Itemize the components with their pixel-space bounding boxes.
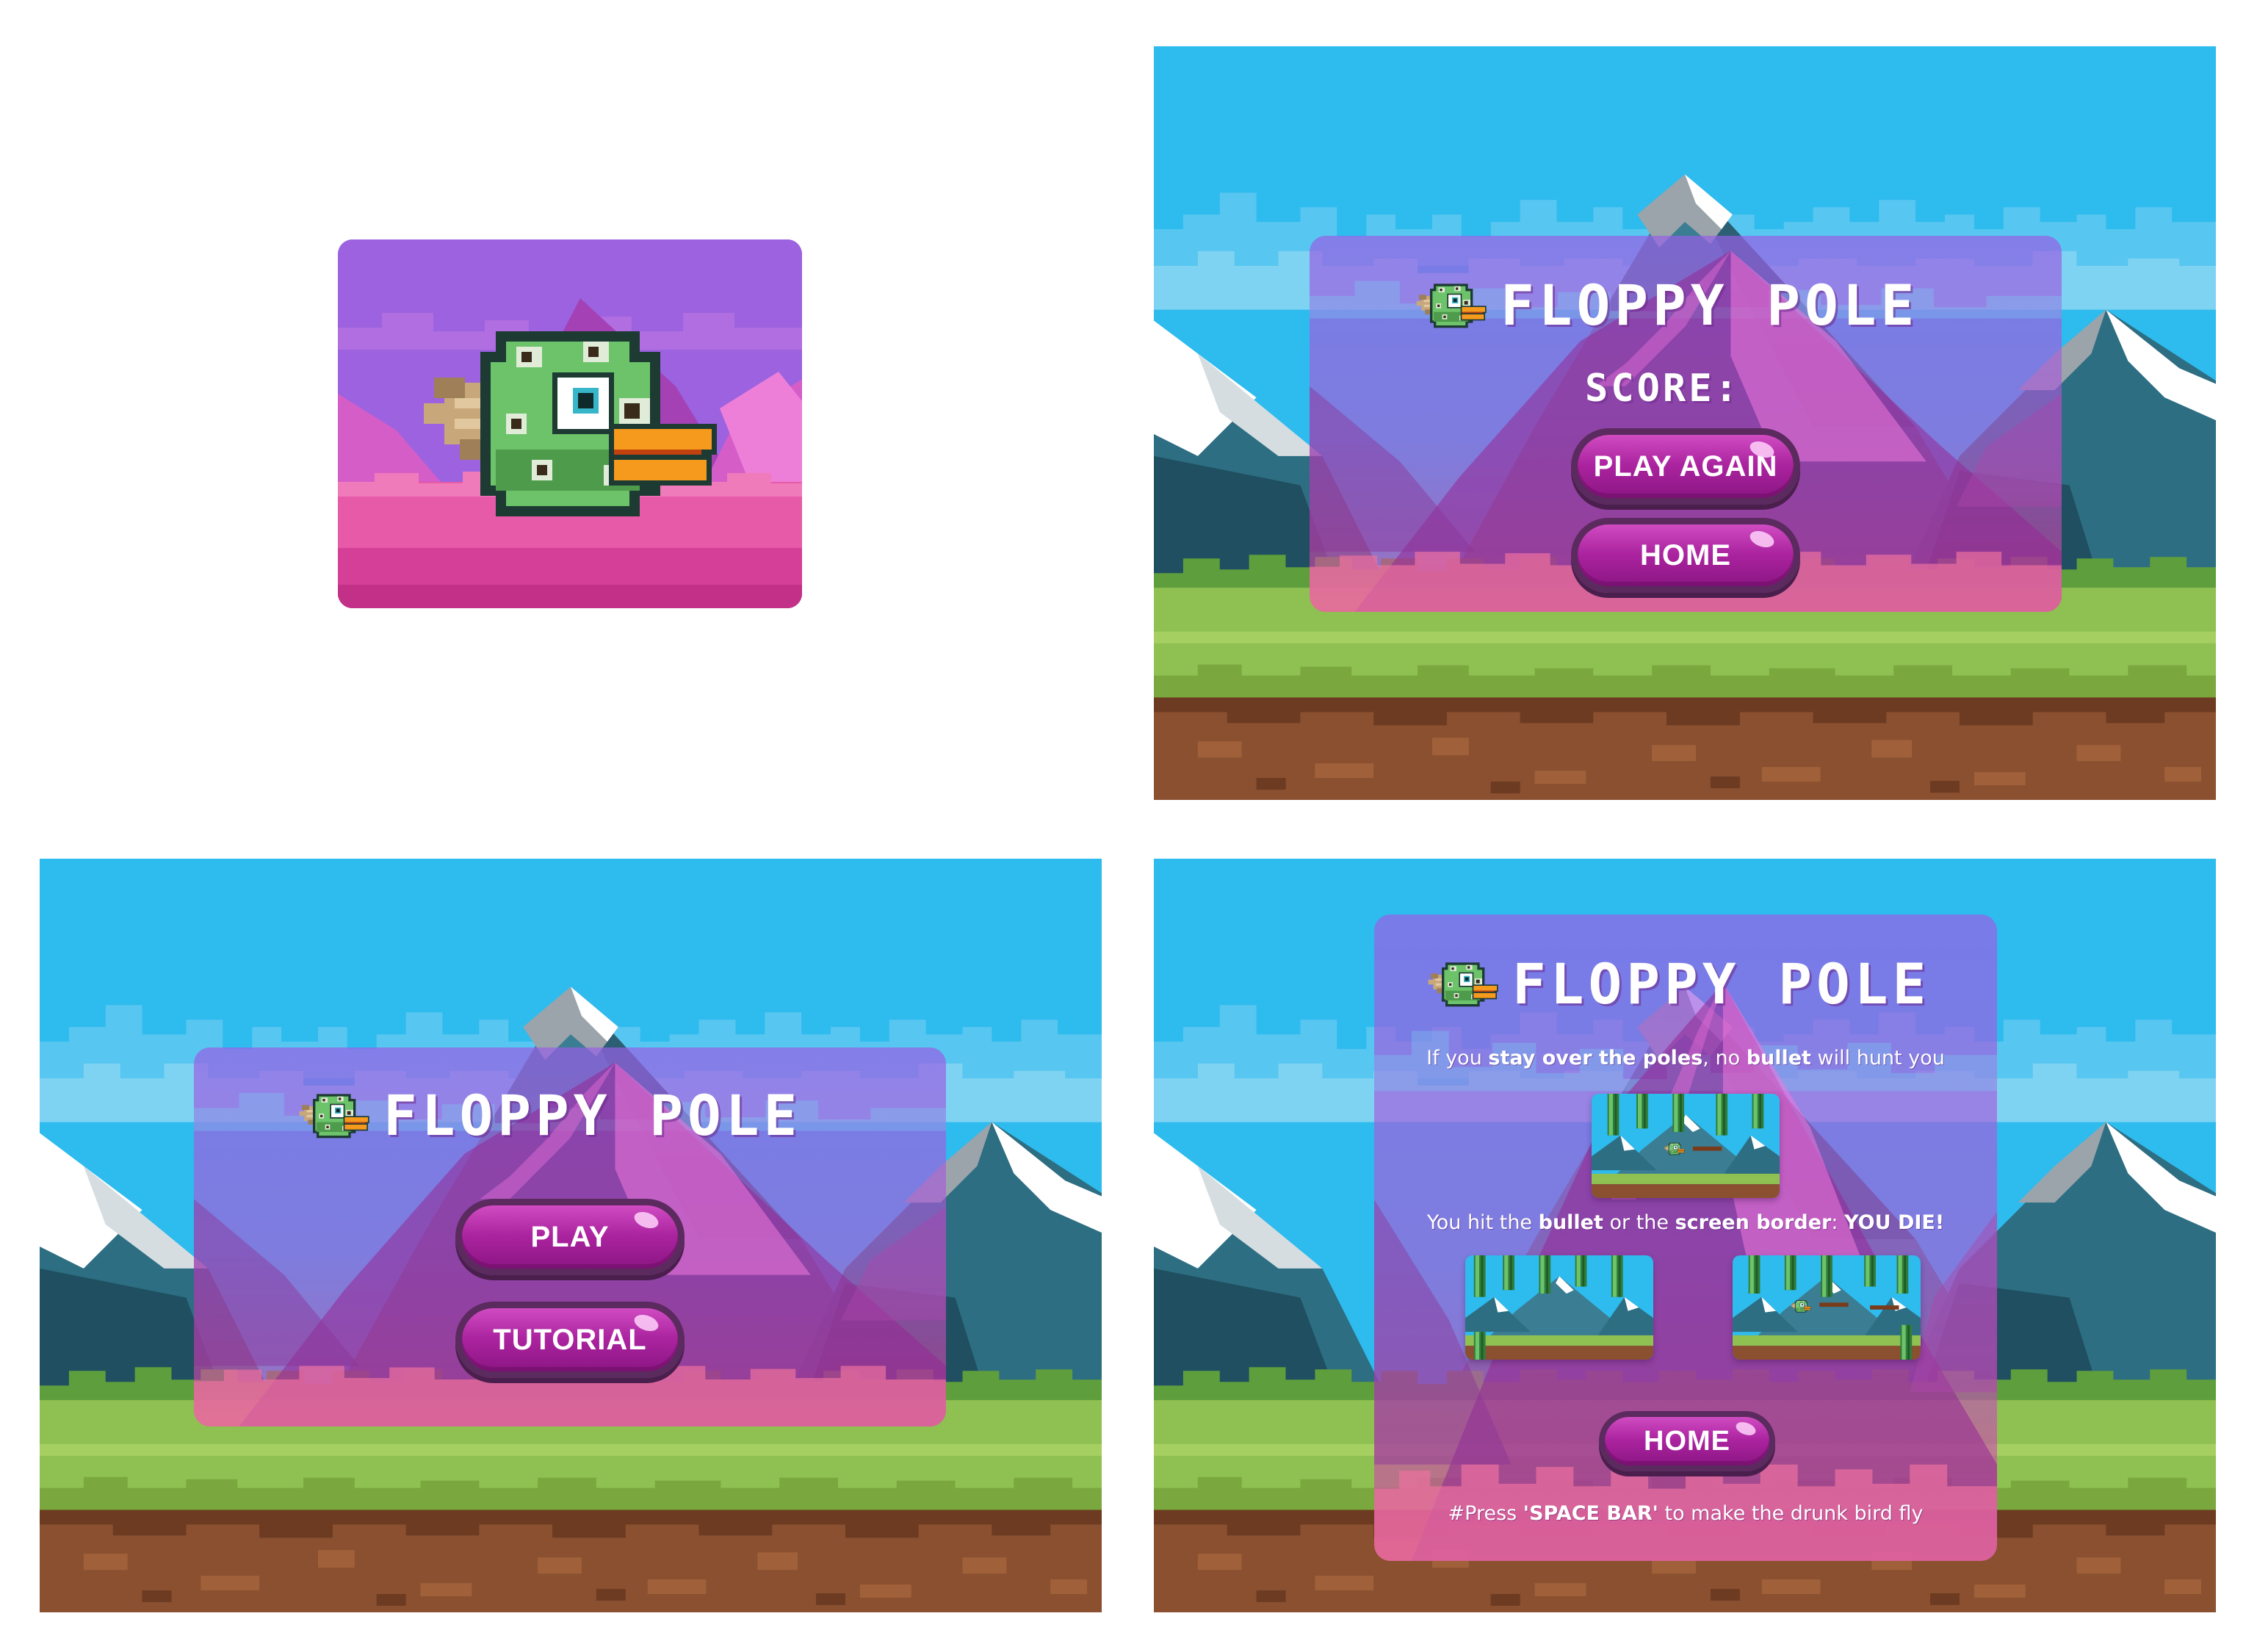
tutorial-label: TUTORIAL [493,1323,647,1356]
bird-logo-icon [298,1088,372,1143]
tutorial-image-safe [1592,1094,1780,1198]
game-over-panel: FLOPPY POLE SCORE: PLAY AGAIN HOME [1310,236,2062,612]
title-row: FLOPPY POLE [1415,273,1918,338]
play-again-button[interactable]: PLAY AGAIN [1571,428,1800,505]
bird-logo-icon [1415,278,1489,333]
title-row: FLOPPY POLE [298,1083,801,1148]
tip-stay-over-poles: If you stay over the poles, no bullet wi… [1426,1047,1945,1070]
main-menu-panel: FLOPPY POLE PLAY TUTORIAL [194,1047,946,1426]
play-button[interactable]: PLAY [455,1199,685,1275]
button-shine [1747,527,1777,551]
title-row: FLOPPY POLE [1427,951,1930,1017]
play-label: PLAY [530,1220,610,1253]
play-again-label: PLAY AGAIN [1593,450,1778,483]
home-label: HOME [1640,538,1731,571]
tutorial-panel: FLOPPY POLE If you stay over the poles, … [1374,915,1997,1561]
footer-hint: #Press 'SPACE BAR' to make the drunk bir… [1448,1502,1924,1525]
main-menu-screen: FLOPPY POLE PLAY TUTORIAL [40,859,1102,1612]
button-shine [1734,1419,1758,1438]
tutorial-screen: FLOPPY POLE If you stay over the poles, … [1154,859,2216,1612]
tip-you-die: You hit the bullet or the screen border:… [1426,1211,1945,1234]
game-title: FLOPPY POLE [1501,273,1919,338]
game-title: FLOPPY POLE [1512,951,1931,1017]
home-button[interactable]: HOME [1571,518,1800,593]
game-title: FLOPPY POLE [383,1083,802,1148]
tutorial-image-bullet [1733,1255,1921,1360]
score-label: SCORE: [1585,367,1741,411]
bird-mascot-icon [419,306,727,537]
splash-card [338,239,802,608]
game-over-screen: FLOPPY POLE SCORE: PLAY AGAIN HOME [1154,46,2216,800]
bird-logo-icon [1427,956,1501,1011]
tutorial-button[interactable]: TUTORIAL [455,1302,685,1378]
home-label: HOME [1644,1425,1730,1457]
home-button[interactable]: HOME [1599,1411,1775,1471]
tutorial-image-border [1465,1255,1653,1360]
button-shine [632,1208,661,1232]
